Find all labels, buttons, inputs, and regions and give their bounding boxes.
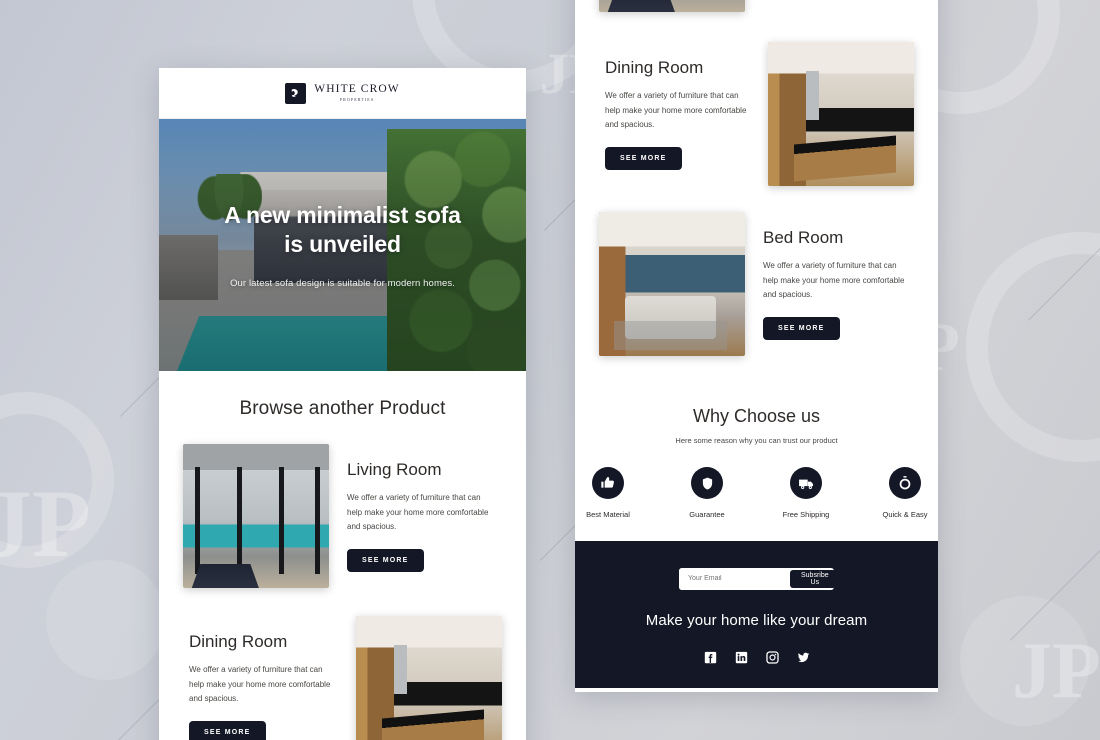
why-label-best-material: Best Material: [586, 510, 630, 519]
dining-room-image-art: [356, 616, 502, 740]
hero-title-line1: A new minimalist sofa: [224, 201, 461, 228]
dining-room-copy-right: Dining Room We offer a variety of furnit…: [599, 57, 768, 171]
watermark-ring-3: [966, 232, 1100, 462]
bed-room-title: Bed Room: [763, 227, 844, 247]
living-room-see-more-button[interactable]: SEE MORE: [347, 549, 424, 573]
dining-room-photo-right[interactable]: [768, 42, 914, 186]
watermark-disc-2: [46, 560, 166, 680]
dining-room-image-art-right: [768, 42, 914, 186]
why-label-quick-easy: Quick & Easy: [882, 510, 928, 519]
dining-room-see-more-button[interactable]: SEE MORE: [189, 721, 266, 740]
why-choose-title: Why Choose us: [692, 406, 821, 426]
watermark-jp-6: JP: [1012, 627, 1100, 715]
product-row-dining-room: Dining Room We offer a variety of furnit…: [159, 616, 526, 740]
brand-name: WHITE CROW: [314, 83, 400, 95]
email-page-left-column: WHITE CROW PROPERTIES A new minimalist s…: [159, 68, 526, 740]
subscribe-button[interactable]: Subsribe Us: [790, 569, 834, 588]
site-header: WHITE CROW PROPERTIES: [159, 68, 526, 119]
watermark-diagonal-4: [1028, 79, 1100, 321]
truck-icon: [790, 467, 822, 499]
living-room-photo[interactable]: [183, 444, 329, 588]
dining-room-title-right: Dining Room: [605, 57, 704, 77]
living-room-image-art: [183, 444, 329, 588]
screenshot-stage: JP JP JP JP JP JP WHITE CROW PROPERTIES: [0, 0, 1100, 740]
brand-wordmark: WHITE CROW PROPERTIES: [314, 83, 400, 102]
email-page-right-column: Living Room We offer a variety of furnit…: [575, 0, 938, 692]
hero-title: A new minimalist sofa is unveiled: [224, 201, 461, 258]
twitter-icon[interactable]: [797, 651, 810, 664]
living-room-photo-continued[interactable]: [599, 0, 745, 12]
why-item-quick-easy[interactable]: Quick & Easy: [873, 467, 937, 519]
product-row-dining-room-right: Dining Room We offer a variety of furnit…: [575, 42, 938, 186]
product-row-living-room: Living Room We offer a variety of furnit…: [159, 444, 526, 588]
browse-section-title: Browse another Product: [239, 398, 446, 419]
email-footer: Subsribe Us Make your home like your dre…: [575, 541, 938, 688]
living-room-description: We offer a variety of furniture that can…: [347, 492, 489, 532]
why-choose-items: Best Material Guarantee Free Shipping Qu…: [575, 467, 938, 519]
linkedin-icon[interactable]: [735, 651, 748, 664]
bed-room-image-art: [599, 212, 745, 356]
brand-tagline: PROPERTIES: [339, 97, 375, 102]
watermark-diagonal-3: [1010, 350, 1100, 641]
why-item-guarantee[interactable]: Guarantee: [675, 467, 739, 519]
thumbs-up-icon: [592, 467, 624, 499]
hero-title-line2: is unveiled: [284, 230, 401, 257]
why-choose-section: Why Choose us Here some reason why you c…: [575, 380, 938, 541]
subscribe-form: Subsribe Us: [679, 567, 834, 590]
facebook-icon[interactable]: [704, 651, 717, 664]
dining-room-copy: Dining Room We offer a variety of furnit…: [183, 632, 356, 740]
crow-logo-icon: [285, 82, 307, 104]
product-row-living-room-continued: Living Room We offer a variety of furnit…: [575, 0, 938, 12]
dining-room-see-more-button-right[interactable]: SEE MORE: [605, 147, 682, 171]
watermark-ring-2: [0, 392, 114, 568]
bed-room-photo[interactable]: [599, 212, 745, 356]
living-room-title: Living Room: [347, 459, 442, 479]
bed-room-copy: Bed Room We offer a variety of furniture…: [745, 227, 914, 341]
why-label-free-shipping: Free Shipping: [782, 510, 830, 519]
hero-subtitle: Our latest sofa design is suitable for m…: [230, 278, 455, 290]
dining-room-title: Dining Room: [189, 631, 288, 651]
why-item-best-material[interactable]: Best Material: [576, 467, 640, 519]
watermark-disc-3: [960, 596, 1090, 726]
dining-room-description-right: We offer a variety of furniture that can…: [605, 90, 747, 130]
living-room-copy: Living Room We offer a variety of furnit…: [329, 459, 502, 573]
why-item-free-shipping[interactable]: Free Shipping: [774, 467, 838, 519]
bed-room-description: We offer a variety of furniture that can…: [763, 260, 905, 300]
why-label-guarantee: Guarantee: [689, 510, 725, 519]
instagram-icon[interactable]: [765, 650, 779, 664]
living-room-image-art-continued: [599, 0, 745, 12]
brand-logo[interactable]: WHITE CROW PROPERTIES: [285, 82, 400, 104]
why-choose-subtitle: Here some reason why you can trust our p…: [675, 436, 838, 445]
social-links: [575, 650, 938, 664]
email-input[interactable]: [679, 567, 788, 590]
bed-room-see-more-button[interactable]: SEE MORE: [763, 317, 840, 341]
watermark-jp-1: JP: [0, 470, 91, 577]
dining-room-photo[interactable]: [356, 616, 502, 740]
footer-tagline: Make your home like your dream: [645, 611, 868, 629]
dining-room-description: We offer a variety of furniture that can…: [189, 664, 331, 704]
hero-banner: A new minimalist sofa is unveiled Our la…: [159, 119, 526, 371]
product-row-bed-room: Bed Room We offer a variety of furniture…: [575, 212, 938, 356]
stopwatch-icon: [889, 467, 921, 499]
hero-copy: A new minimalist sofa is unveiled Our la…: [159, 119, 526, 371]
shield-icon: [691, 467, 723, 499]
